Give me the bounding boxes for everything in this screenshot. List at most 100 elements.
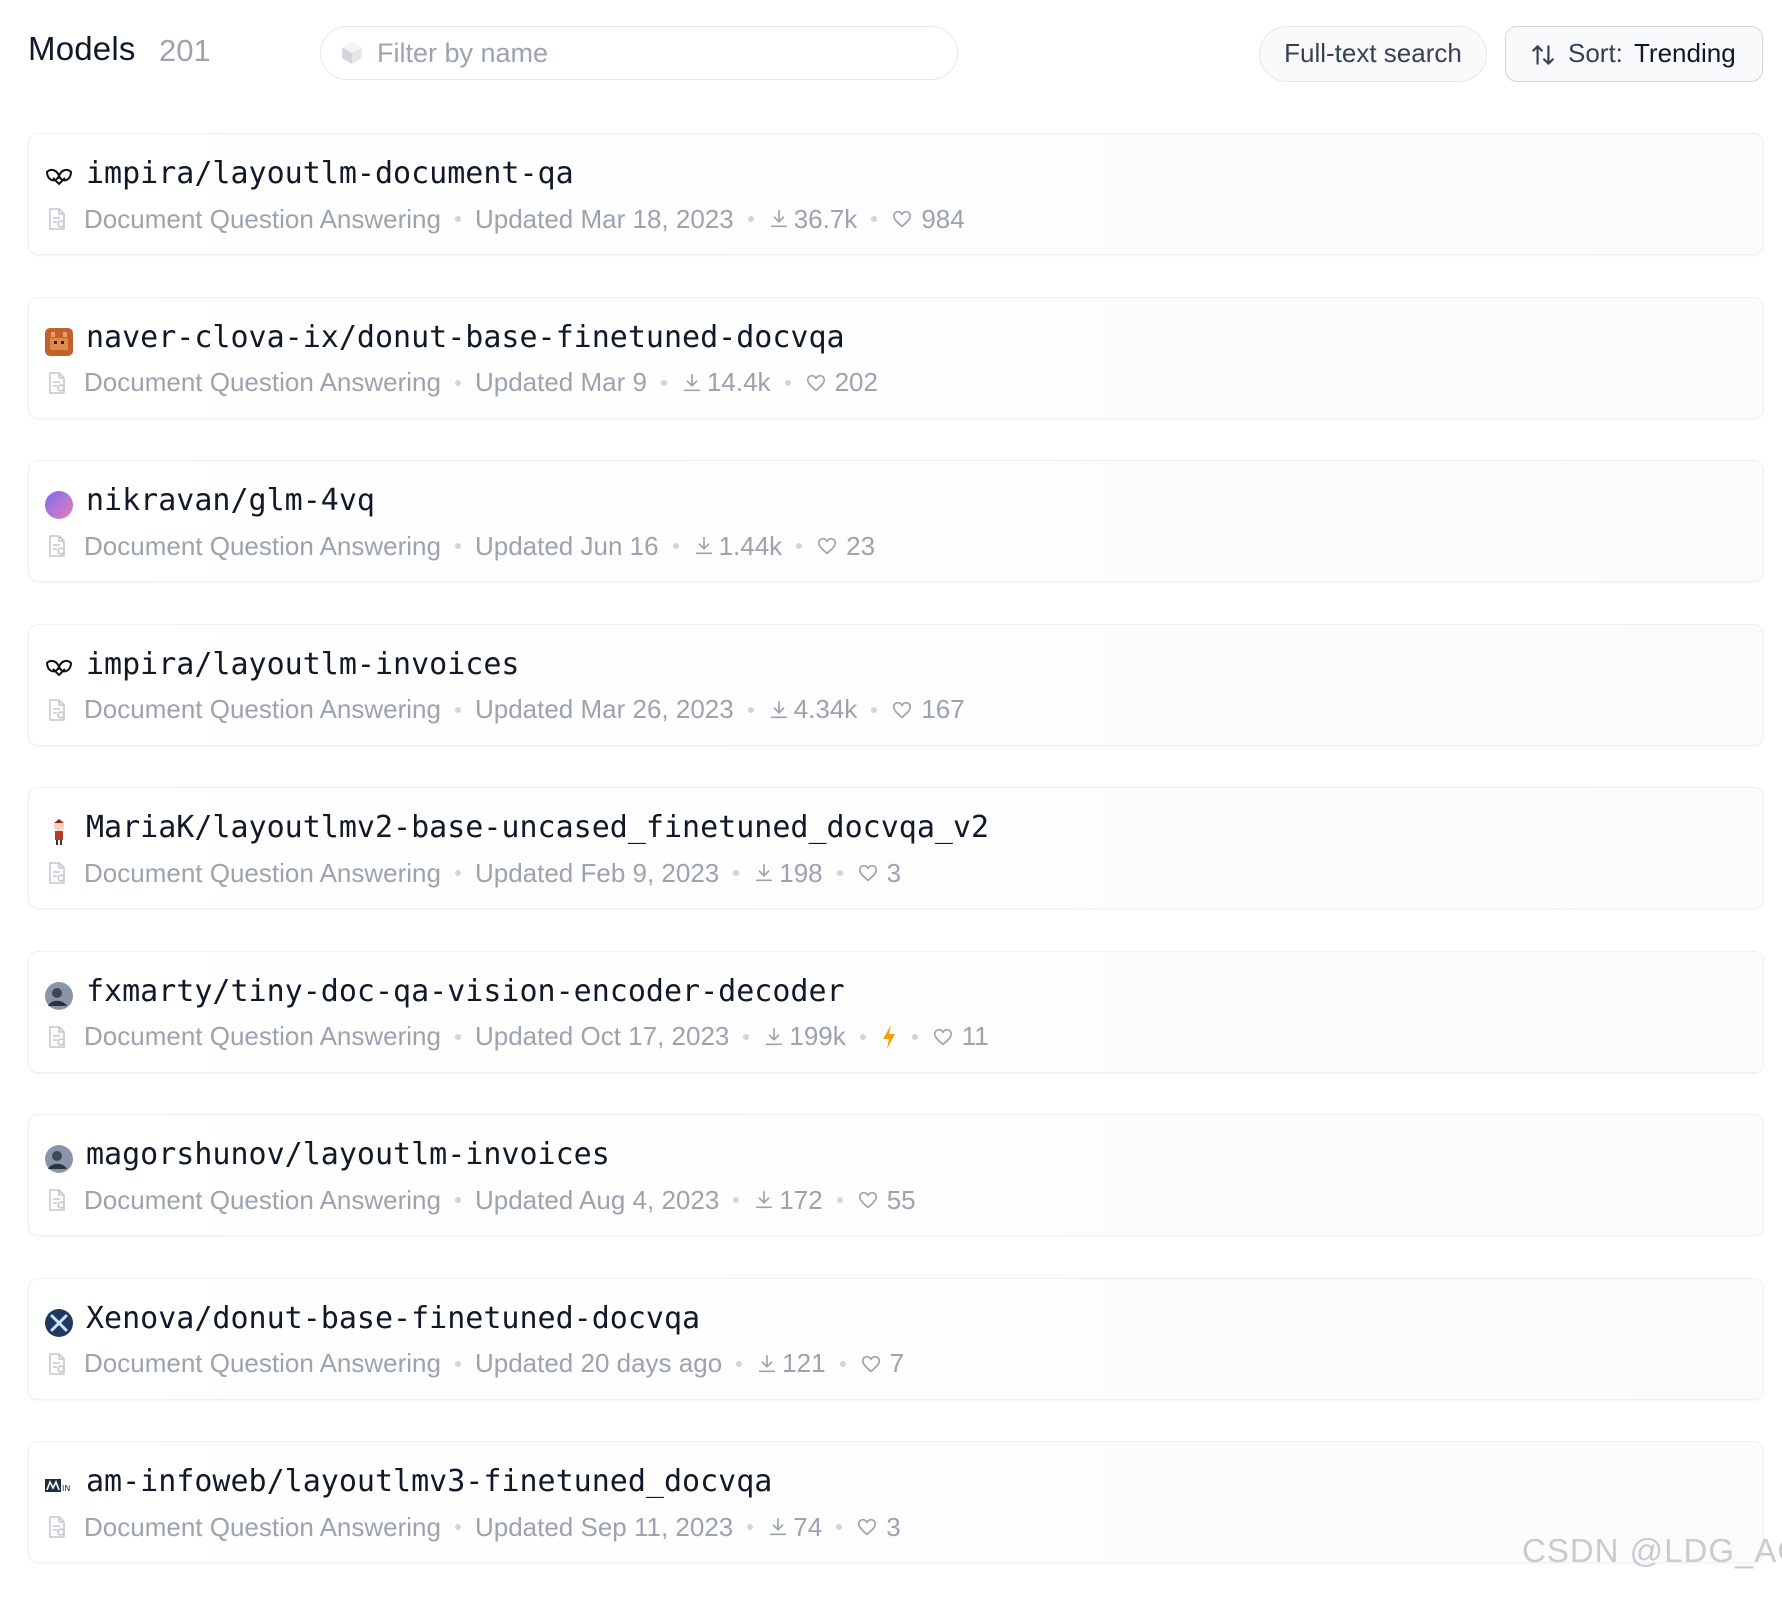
heart-icon xyxy=(858,1191,877,1209)
character-avatar-icon xyxy=(45,818,73,846)
model-updated: Updated Mar 9 xyxy=(474,367,647,397)
models-header: Models 201 Filter by name Full-text sear… xyxy=(0,0,1782,110)
separator-dot xyxy=(660,379,667,386)
model-meta: Document Question Answering Updated Jun … xyxy=(45,529,875,563)
download-icon xyxy=(756,863,773,882)
separator-dot xyxy=(454,1197,461,1203)
heart-icon xyxy=(893,210,912,228)
document-question-icon xyxy=(49,535,65,557)
model-task[interactable]: Document Question Answering xyxy=(84,367,441,398)
sort-button[interactable]: Sort: Trending xyxy=(1505,26,1763,82)
separator-dot xyxy=(454,1033,461,1040)
model-task[interactable]: Document Question Answering xyxy=(84,1512,441,1543)
model-meta: Document Question Answering Updated 20 d… xyxy=(45,1347,904,1381)
heart-icon xyxy=(806,374,825,391)
full-text-search-button[interactable]: Full-text search xyxy=(1259,26,1487,82)
separator-dot xyxy=(871,216,878,222)
separator-dot xyxy=(454,1524,461,1530)
photo-avatar-icon xyxy=(45,1145,73,1173)
document-question-icon xyxy=(49,698,65,721)
heart-icon xyxy=(861,1355,880,1372)
separator-dot xyxy=(733,870,740,876)
model-name[interactable]: am-infoweb/layoutlmv3-finetuned_docvqa xyxy=(86,1464,772,1499)
lightning-icon xyxy=(882,1024,895,1049)
separator-dot xyxy=(911,1033,918,1040)
model-card[interactable]: Xenova/donut-base-finetuned-docvqa Docum… xyxy=(28,1277,1764,1400)
model-task[interactable]: Document Question Answering xyxy=(84,1185,441,1216)
heart-icon xyxy=(858,864,877,882)
model-name[interactable]: fxmarty/tiny-doc-qa-vision-encoder-decod… xyxy=(86,974,845,1009)
model-name[interactable]: naver-clova-ix/donut-base-finetuned-docv… xyxy=(86,320,845,355)
model-updated: Updated Sep 11, 2023 xyxy=(474,1511,734,1542)
svg-text:IN: IN xyxy=(62,1484,70,1493)
model-meta: Document Question Answering Updated Mar … xyxy=(45,366,878,400)
watermark: CSDN @LDG_AGI xyxy=(1522,1532,1782,1569)
document-question-icon xyxy=(49,1189,65,1211)
document-question-icon xyxy=(49,1025,65,1048)
model-card[interactable]: nikravan/glm-4vq Document Question Answe… xyxy=(28,460,1764,582)
separator-dot xyxy=(836,870,843,876)
gradient-avatar-icon xyxy=(45,491,73,519)
document-question-icon xyxy=(49,1352,65,1375)
model-likes: 11 xyxy=(961,1021,989,1051)
separator-dot xyxy=(839,1360,846,1367)
separator-dot xyxy=(784,379,791,386)
model-card[interactable]: impira/layoutlm-invoices Document Questi… xyxy=(28,623,1764,746)
document-question-icon xyxy=(49,371,65,394)
separator-dot xyxy=(454,706,461,713)
model-name[interactable]: MariaK/layoutlmv2-base-uncased_finetuned… xyxy=(86,810,989,845)
model-downloads: 199k xyxy=(789,1021,846,1051)
model-task[interactable]: Document Question Answering xyxy=(84,204,441,235)
model-card[interactable]: magorshunov/layoutlm-invoices Document Q… xyxy=(28,1114,1764,1236)
model-card[interactable]: IN am-infoweb/layoutlmv3-finetuned_docvq… xyxy=(28,1441,1764,1563)
model-downloads: 172 xyxy=(779,1184,823,1215)
model-updated: Updated 20 days ago xyxy=(474,1348,723,1378)
model-task[interactable]: Document Question Answering xyxy=(84,694,441,725)
sort-arrows-icon xyxy=(1532,45,1554,65)
separator-dot xyxy=(733,1197,740,1203)
separator-dot xyxy=(736,1360,743,1367)
heart-icon xyxy=(933,1028,952,1045)
model-name[interactable]: magorshunov/layoutlm-invoices xyxy=(86,1137,610,1172)
model-name[interactable]: nikravan/glm-4vq xyxy=(86,483,375,518)
model-downloads: 74 xyxy=(793,1511,823,1542)
model-task[interactable]: Document Question Answering xyxy=(84,1021,441,1052)
sort-label: Sort: xyxy=(1568,38,1623,68)
download-icon xyxy=(683,373,701,391)
model-name[interactable]: impira/layoutlm-invoices xyxy=(86,647,519,682)
model-task[interactable]: Document Question Answering xyxy=(84,858,441,889)
model-downloads: 198 xyxy=(779,857,823,888)
impira-logo-icon xyxy=(45,164,73,192)
separator-dot xyxy=(454,1360,461,1367)
model-card[interactable]: naver-clova-ix/donut-base-finetuned-docv… xyxy=(28,296,1764,419)
separator-dot xyxy=(672,543,679,549)
model-card[interactable]: impira/layoutlm-document-qa Document Que… xyxy=(28,133,1764,255)
model-card[interactable]: MariaK/layoutlmv2-base-uncased_finetuned… xyxy=(28,787,1764,909)
model-task[interactable]: Document Question Answering xyxy=(84,531,441,562)
download-icon xyxy=(695,536,712,555)
xenova-logo-icon xyxy=(45,1308,73,1337)
filter-input[interactable]: Filter by name xyxy=(320,26,958,80)
impira-logo-icon xyxy=(45,655,73,683)
model-name[interactable]: Xenova/donut-base-finetuned-docvqa xyxy=(86,1301,700,1336)
model-list: impira/layoutlm-document-qa Document Que… xyxy=(28,133,1764,1605)
photo-avatar-icon xyxy=(45,981,73,1010)
model-likes: 202 xyxy=(834,367,878,397)
separator-dot xyxy=(836,1197,843,1203)
models-page: Models 201 Filter by name Full-text sear… xyxy=(0,0,1782,1576)
model-meta: Document Question Answering Updated Mar … xyxy=(45,693,965,727)
model-meta: Document Question Answering Updated Feb … xyxy=(45,856,901,890)
model-meta: Document Question Answering Updated Aug … xyxy=(45,1183,916,1217)
document-question-icon xyxy=(49,1516,65,1538)
separator-dot xyxy=(454,870,461,876)
model-name[interactable]: impira/layoutlm-document-qa xyxy=(86,156,574,191)
model-card[interactable]: fxmarty/tiny-doc-qa-vision-encoder-decod… xyxy=(28,950,1764,1073)
separator-dot xyxy=(454,379,461,386)
model-task[interactable]: Document Question Answering xyxy=(84,1348,441,1379)
heart-icon xyxy=(818,537,837,555)
separator-dot xyxy=(747,1524,754,1530)
model-updated: Updated Mar 18, 2023 xyxy=(474,203,734,234)
model-downloads: 121 xyxy=(782,1348,826,1378)
model-meta: Document Question Answering Updated Sep … xyxy=(45,1510,901,1544)
cube-icon xyxy=(342,42,362,64)
